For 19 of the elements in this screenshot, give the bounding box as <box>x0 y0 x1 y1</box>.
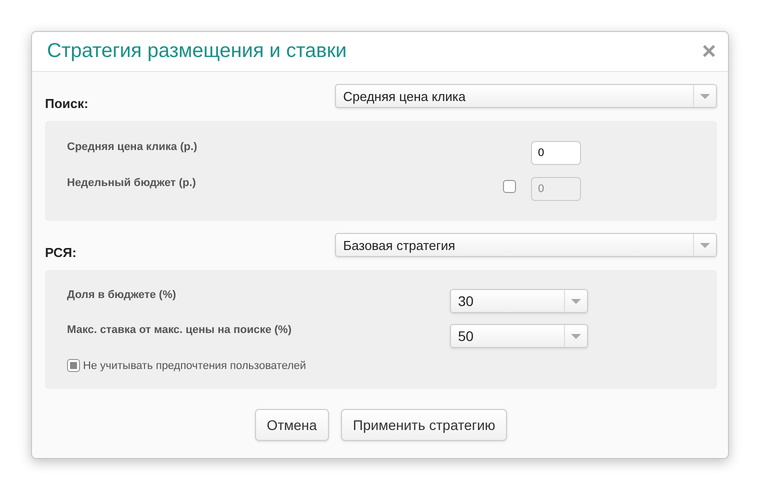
field-label: Недельный бюджет (р.) <box>67 177 197 189</box>
strategy-select[interactable]: Базовая стратегия <box>335 233 717 257</box>
field-label: Доля в бюджете (%) <box>67 289 178 301</box>
caret-icon <box>700 242 710 248</box>
value-select[interactable]: 30 <box>450 289 588 313</box>
field-label: РСЯ: <box>45 244 78 260</box>
window-title: Стратегия размещения и ставки <box>47 40 347 63</box>
field-label: Поиск: <box>45 94 90 110</box>
caret-icon <box>700 94 710 98</box>
caret-icon <box>571 334 581 338</box>
input-field[interactable]: 0 <box>531 141 581 165</box>
strategy-select[interactable]: Средняя цена клика <box>335 84 717 108</box>
checkbox-label: Не учитывать предпочтения пользователей <box>83 360 306 372</box>
field-label: Макс. ставка от макс. цены на поиске (%) <box>67 324 292 336</box>
caret-icon <box>571 298 581 304</box>
apply-button[interactable]: Применить стратегию <box>340 409 508 441</box>
field-label: Средняя цена клика (р.) <box>67 141 198 153</box>
cancel-button[interactable]: Отмена <box>254 409 329 441</box>
value-select[interactable]: 50 <box>450 324 588 348</box>
